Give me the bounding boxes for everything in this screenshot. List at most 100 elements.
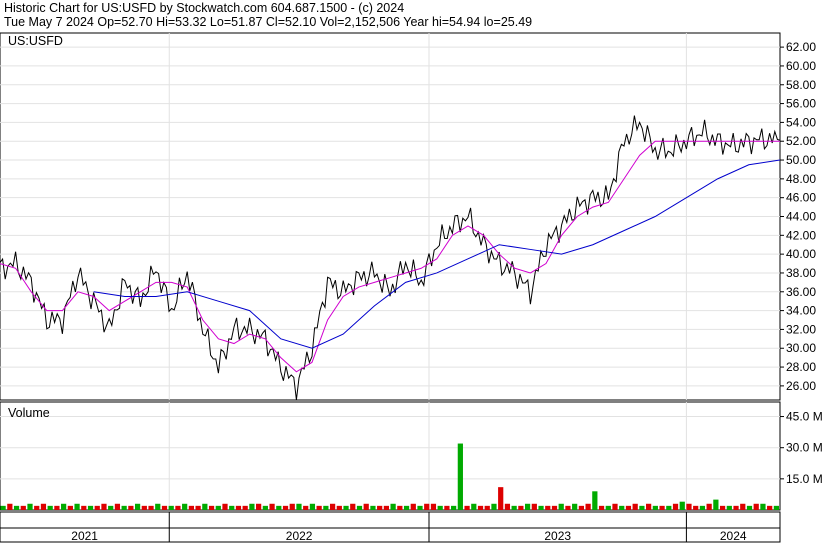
volume-bar [477,505,484,510]
volume-bar [168,505,174,510]
volume-bar [767,505,773,510]
volume-bar [7,503,13,510]
volume-bar [195,505,201,510]
volume-bar [639,505,645,510]
volume-bar [222,503,228,510]
volume-bar [504,503,511,510]
volume-bar [437,505,443,510]
price-tick-label: 32.00 [786,322,816,336]
volume-bar [47,505,53,510]
volume-bar [578,505,584,510]
volume-y-axis: 45.0 M 30.0 M 15.0 M [780,410,823,486]
volume-bar [444,505,450,510]
year-label: 2024 [720,529,747,543]
volume-bar [713,499,719,510]
volume-bar [20,505,26,510]
volume-bar [309,503,316,510]
volume-bar [262,505,268,510]
volume-bar [61,503,67,510]
volume-bar [471,503,477,510]
volume-bar [484,505,490,510]
volume-tick-label: 15.0 M [786,472,823,486]
volume-bar [417,505,423,510]
volume-bar [760,503,766,510]
volume-bar [585,503,591,510]
volume-bar [410,503,416,510]
price-tick-label: 48.00 [786,172,816,186]
volume-bar [34,505,40,510]
volume-plot-area [0,401,781,511]
volume-bar [356,505,363,510]
volume-bar [296,503,302,510]
price-tick-label: 52.00 [786,134,816,148]
volume-bar [686,503,692,510]
volume-bar [363,503,369,510]
volume-bar [215,505,221,510]
volume-bar [383,505,389,510]
volume-bar [94,505,100,510]
volume-bar [679,501,685,510]
volume-bar [531,503,537,510]
price-tick-label: 50.00 [786,153,816,167]
volume-bar [161,505,168,510]
volume-bar [632,503,638,510]
volume-panel-title: Volume [8,406,50,420]
volume-bar [269,503,275,510]
volume-bar [612,503,618,510]
volume-bar [74,503,80,510]
volume-bar [518,505,524,510]
volume-bar [370,505,376,510]
volume-bar [316,505,322,510]
volume-bar [289,503,295,510]
volume-bar [511,505,517,510]
volume-bar [114,503,121,510]
volume-bar [619,505,625,510]
volume-bar [350,503,356,510]
price-tick-label: 54.00 [786,115,816,129]
volume-bar [329,503,336,510]
volume-bar [524,503,531,510]
volume-bar [598,505,605,510]
volume-bar [27,503,33,510]
volume-bar [0,505,6,510]
year-label: 2022 [286,529,313,543]
volume-bar [336,505,342,510]
volume-bar [343,505,349,510]
volume-bar [646,503,652,510]
volume-bar [699,505,706,510]
volume-bar [592,491,598,510]
volume-bar [753,503,759,510]
volume-bar [498,487,504,510]
volume-bar [430,503,437,510]
price-panel: 62.00 60.00 58.00 56.00 54.00 52.00 50.00 48.00… [0,32,816,401]
volume-bar [565,505,571,510]
price-tick-label: 62.00 [786,40,816,54]
price-tick-label: 30.00 [786,341,816,355]
stock-chart: 62.00 60.00 58.00 56.00 54.00 52.00 50.00 48.00… [0,32,823,543]
volume-bar [229,505,235,510]
volume-bar [464,505,470,510]
price-tick-label: 36.00 [786,285,816,299]
price-tick-label: 46.00 [786,191,816,205]
price-tick-label: 60.00 [786,59,816,73]
price-tick-label: 38.00 [786,266,816,280]
volume-bar [457,443,463,510]
volume-bar [572,503,578,510]
price-tick-label: 26.00 [786,379,816,393]
volume-bar [390,503,396,510]
volume-bar [659,505,665,510]
volume-bar [101,503,107,510]
volume-bar [693,505,699,510]
year-label: 2021 [71,529,98,543]
volume-bar [773,505,779,510]
volume-bar [652,505,658,510]
volume-bar [545,505,551,510]
volume-bar [256,503,262,510]
volume-bar [740,503,746,510]
volume-bar [666,505,672,510]
volume-bar [128,505,134,510]
volume-tick-label: 45.0 M [786,410,823,424]
volume-bar [424,503,430,510]
volume-bar [551,505,558,510]
time-axis: 2021 2022 2023 2024 [0,511,781,543]
